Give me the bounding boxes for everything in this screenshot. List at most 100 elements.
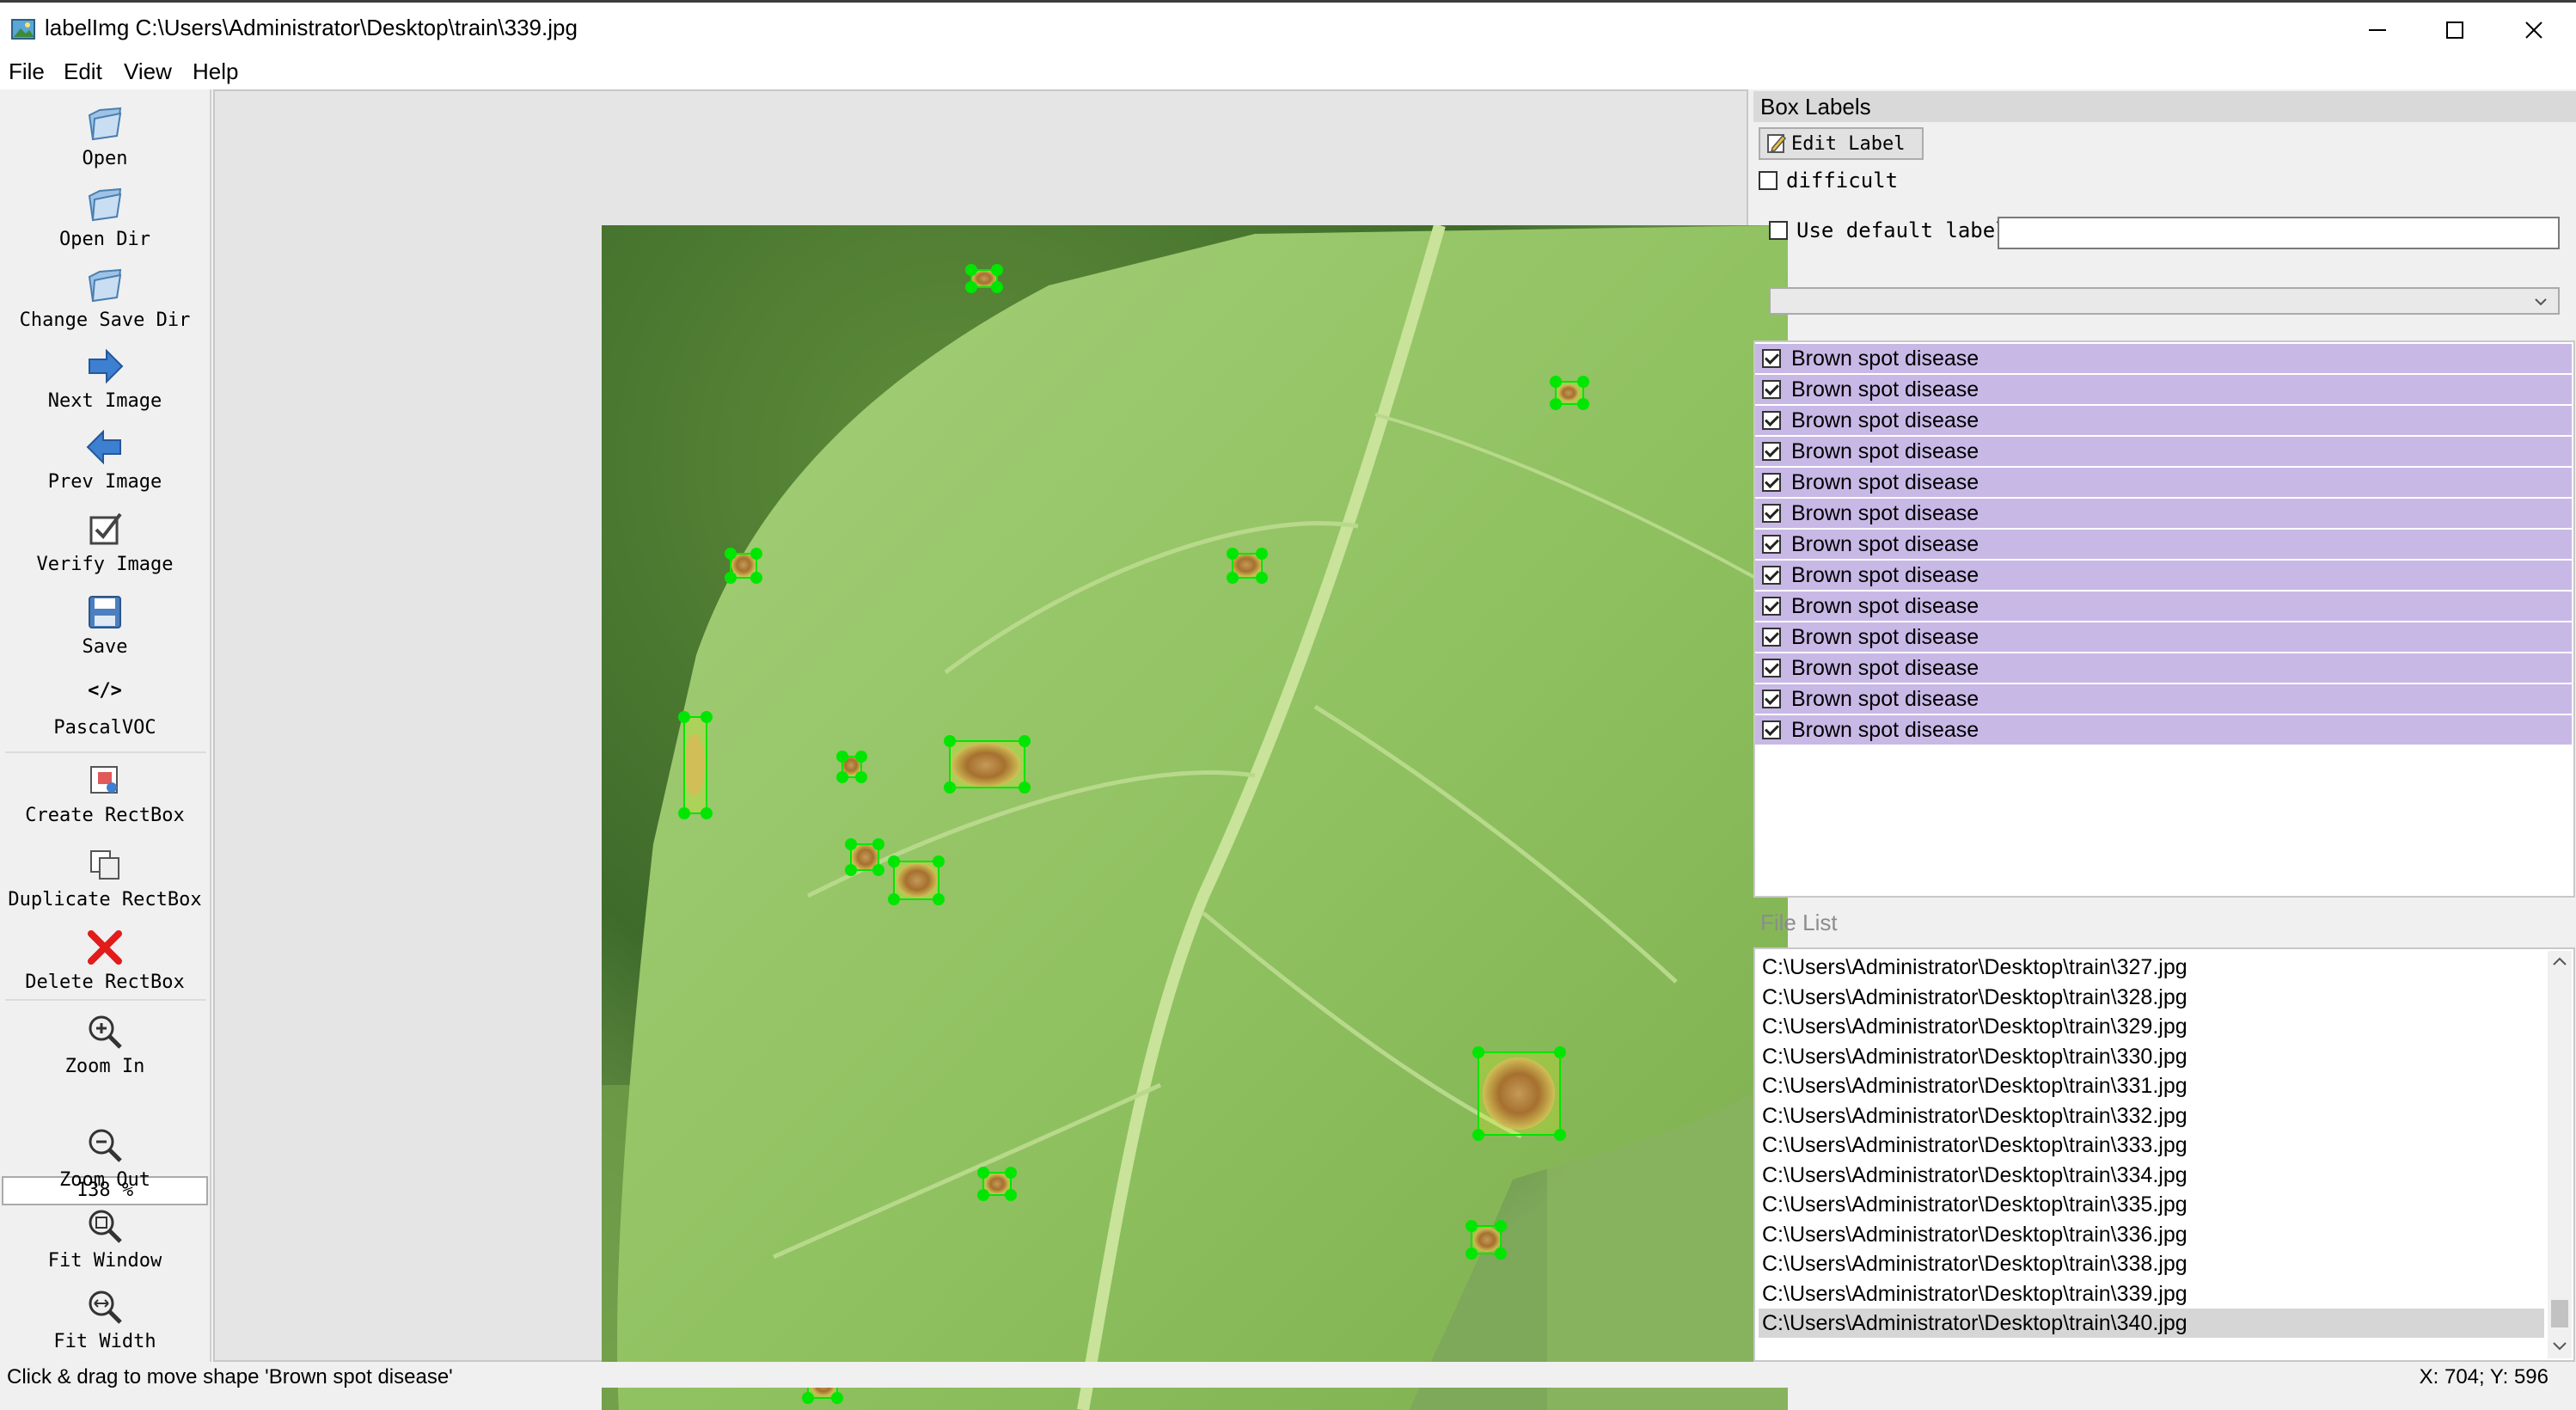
- file-list-item[interactable]: C:\Users\Administrator\Desktop\train\329…: [1759, 1012, 2544, 1041]
- box-vertex-handle[interactable]: [1005, 1167, 1017, 1179]
- menu-edit[interactable]: Edit: [62, 58, 104, 85]
- label-visible-checkbox[interactable]: [1762, 690, 1781, 708]
- format-toggle-button[interactable]: </> PascalVOC: [0, 674, 210, 739]
- menu-help[interactable]: Help: [191, 58, 240, 85]
- scroll-thumb[interactable]: [2551, 1300, 2568, 1327]
- box-vertex-handle[interactable]: [836, 751, 848, 763]
- file-list-item[interactable]: C:\Users\Administrator\Desktop\train\340…: [1759, 1309, 2544, 1338]
- label-combobox[interactable]: [1769, 287, 2560, 315]
- box-vertex-handle[interactable]: [831, 1392, 843, 1404]
- box-vertex-handle[interactable]: [678, 807, 690, 819]
- difficult-checkbox[interactable]: [1759, 171, 1778, 190]
- menu-file[interactable]: File: [7, 58, 46, 85]
- box-vertex-handle[interactable]: [944, 782, 956, 794]
- default-label-input[interactable]: [1998, 217, 2560, 249]
- leaf-image[interactable]: [602, 225, 1788, 1410]
- fit-width-button[interactable]: Fit Width: [0, 1284, 210, 1352]
- edit-label-button[interactable]: Edit Label: [1759, 127, 1924, 160]
- box-vertex-handle[interactable]: [701, 711, 713, 723]
- box-vertex-handle[interactable]: [1465, 1248, 1478, 1260]
- label-visible-checkbox[interactable]: [1762, 535, 1781, 554]
- box-vertex-handle[interactable]: [1256, 548, 1268, 560]
- minimize-button[interactable]: [2343, 9, 2412, 51]
- box-vertex-handle[interactable]: [855, 751, 867, 763]
- label-visible-checkbox[interactable]: [1762, 380, 1781, 399]
- bounding-box[interactable]: [683, 716, 707, 814]
- label-list-item[interactable]: Brown spot disease: [1755, 468, 2572, 497]
- file-list-item[interactable]: C:\Users\Administrator\Desktop\train\331…: [1759, 1071, 2544, 1100]
- bounding-box[interactable]: [1471, 1225, 1502, 1254]
- label-visible-checkbox[interactable]: [1762, 659, 1781, 677]
- label-list-item[interactable]: Brown spot disease: [1755, 437, 2572, 466]
- open-dir-button[interactable]: Open Dir: [0, 182, 210, 250]
- box-vertex-handle[interactable]: [1472, 1046, 1484, 1058]
- bounding-box[interactable]: [893, 861, 939, 900]
- create-rectbox-button[interactable]: Create RectBox: [0, 758, 210, 826]
- next-image-button[interactable]: Next Image: [0, 344, 210, 412]
- zoom-out-button[interactable]: Zoom Out: [0, 1123, 210, 1191]
- label-visible-checkbox[interactable]: [1762, 349, 1781, 368]
- change-save-dir-button[interactable]: Change Save Dir: [0, 263, 210, 331]
- label-list-item[interactable]: Brown spot disease: [1755, 653, 2572, 683]
- label-list-item[interactable]: Brown spot disease: [1755, 684, 2572, 714]
- file-list-item[interactable]: C:\Users\Administrator\Desktop\train\330…: [1759, 1042, 2544, 1071]
- box-vertex-handle[interactable]: [1256, 572, 1268, 584]
- file-list-item[interactable]: C:\Users\Administrator\Desktop\train\334…: [1759, 1161, 2544, 1190]
- file-list-item[interactable]: C:\Users\Administrator\Desktop\train\327…: [1759, 953, 2544, 982]
- image-canvas[interactable]: [213, 89, 1788, 1410]
- box-vertex-handle[interactable]: [1495, 1220, 1507, 1232]
- box-vertex-handle[interactable]: [1005, 1189, 1017, 1201]
- file-list-item[interactable]: C:\Users\Administrator\Desktop\train\332…: [1759, 1101, 2544, 1131]
- label-visible-checkbox[interactable]: [1762, 720, 1781, 739]
- box-vertex-handle[interactable]: [965, 281, 977, 293]
- box-vertex-handle[interactable]: [872, 838, 884, 850]
- box-vertex-handle[interactable]: [725, 548, 737, 560]
- label-visible-checkbox[interactable]: [1762, 504, 1781, 523]
- box-vertex-handle[interactable]: [944, 735, 956, 747]
- bounding-box[interactable]: [949, 740, 1025, 788]
- file-list-scrollbar[interactable]: [2548, 951, 2572, 1358]
- box-vertex-handle[interactable]: [855, 771, 867, 783]
- menu-view[interactable]: View: [122, 58, 174, 85]
- verify-image-button[interactable]: Verify Image: [0, 507, 210, 575]
- label-visible-checkbox[interactable]: [1762, 597, 1781, 616]
- label-visible-checkbox[interactable]: [1762, 411, 1781, 430]
- box-vertex-handle[interactable]: [1554, 1046, 1566, 1058]
- duplicate-rectbox-button[interactable]: Duplicate RectBox: [0, 843, 210, 910]
- box-vertex-handle[interactable]: [1019, 735, 1031, 747]
- box-vertex-handle[interactable]: [1550, 398, 1562, 410]
- label-list-item[interactable]: Brown spot disease: [1755, 344, 2572, 373]
- use-default-label-checkbox[interactable]: [1769, 221, 1788, 240]
- maximize-button[interactable]: [2420, 9, 2489, 51]
- file-list-item[interactable]: C:\Users\Administrator\Desktop\train\335…: [1759, 1190, 2544, 1219]
- box-vertex-handle[interactable]: [933, 893, 945, 905]
- label-list-item[interactable]: Brown spot disease: [1755, 561, 2572, 590]
- file-list-item[interactable]: C:\Users\Administrator\Desktop\train\339…: [1759, 1279, 2544, 1309]
- prev-image-button[interactable]: Prev Image: [0, 425, 210, 493]
- label-visible-checkbox[interactable]: [1762, 442, 1781, 461]
- bounding-box[interactable]: [1478, 1051, 1561, 1136]
- box-vertex-handle[interactable]: [1227, 572, 1239, 584]
- box-vertex-handle[interactable]: [977, 1189, 989, 1201]
- file-list-item[interactable]: C:\Users\Administrator\Desktop\train\333…: [1759, 1131, 2544, 1160]
- save-button[interactable]: Save: [0, 590, 210, 658]
- box-vertex-handle[interactable]: [725, 572, 737, 584]
- close-button[interactable]: [2500, 9, 2568, 51]
- file-list-item[interactable]: C:\Users\Administrator\Desktop\train\338…: [1759, 1249, 2544, 1278]
- box-vertex-handle[interactable]: [845, 864, 857, 876]
- label-list-item[interactable]: Brown spot disease: [1755, 499, 2572, 528]
- box-vertex-handle[interactable]: [965, 264, 977, 276]
- box-vertex-handle[interactable]: [888, 855, 900, 867]
- box-vertex-handle[interactable]: [933, 855, 945, 867]
- box-vertex-handle[interactable]: [1495, 1248, 1507, 1260]
- file-list[interactable]: C:\Users\Administrator\Desktop\train\327…: [1753, 947, 2575, 1362]
- label-list-item[interactable]: Brown spot disease: [1755, 530, 2572, 559]
- open-button[interactable]: Open: [0, 101, 210, 169]
- box-vertex-handle[interactable]: [1465, 1220, 1478, 1232]
- box-vertex-handle[interactable]: [1472, 1129, 1484, 1141]
- box-vertex-handle[interactable]: [701, 807, 713, 819]
- box-vertex-handle[interactable]: [1227, 548, 1239, 560]
- box-vertex-handle[interactable]: [1019, 782, 1031, 794]
- file-list-item[interactable]: C:\Users\Administrator\Desktop\train\328…: [1759, 983, 2544, 1012]
- label-visible-checkbox[interactable]: [1762, 628, 1781, 647]
